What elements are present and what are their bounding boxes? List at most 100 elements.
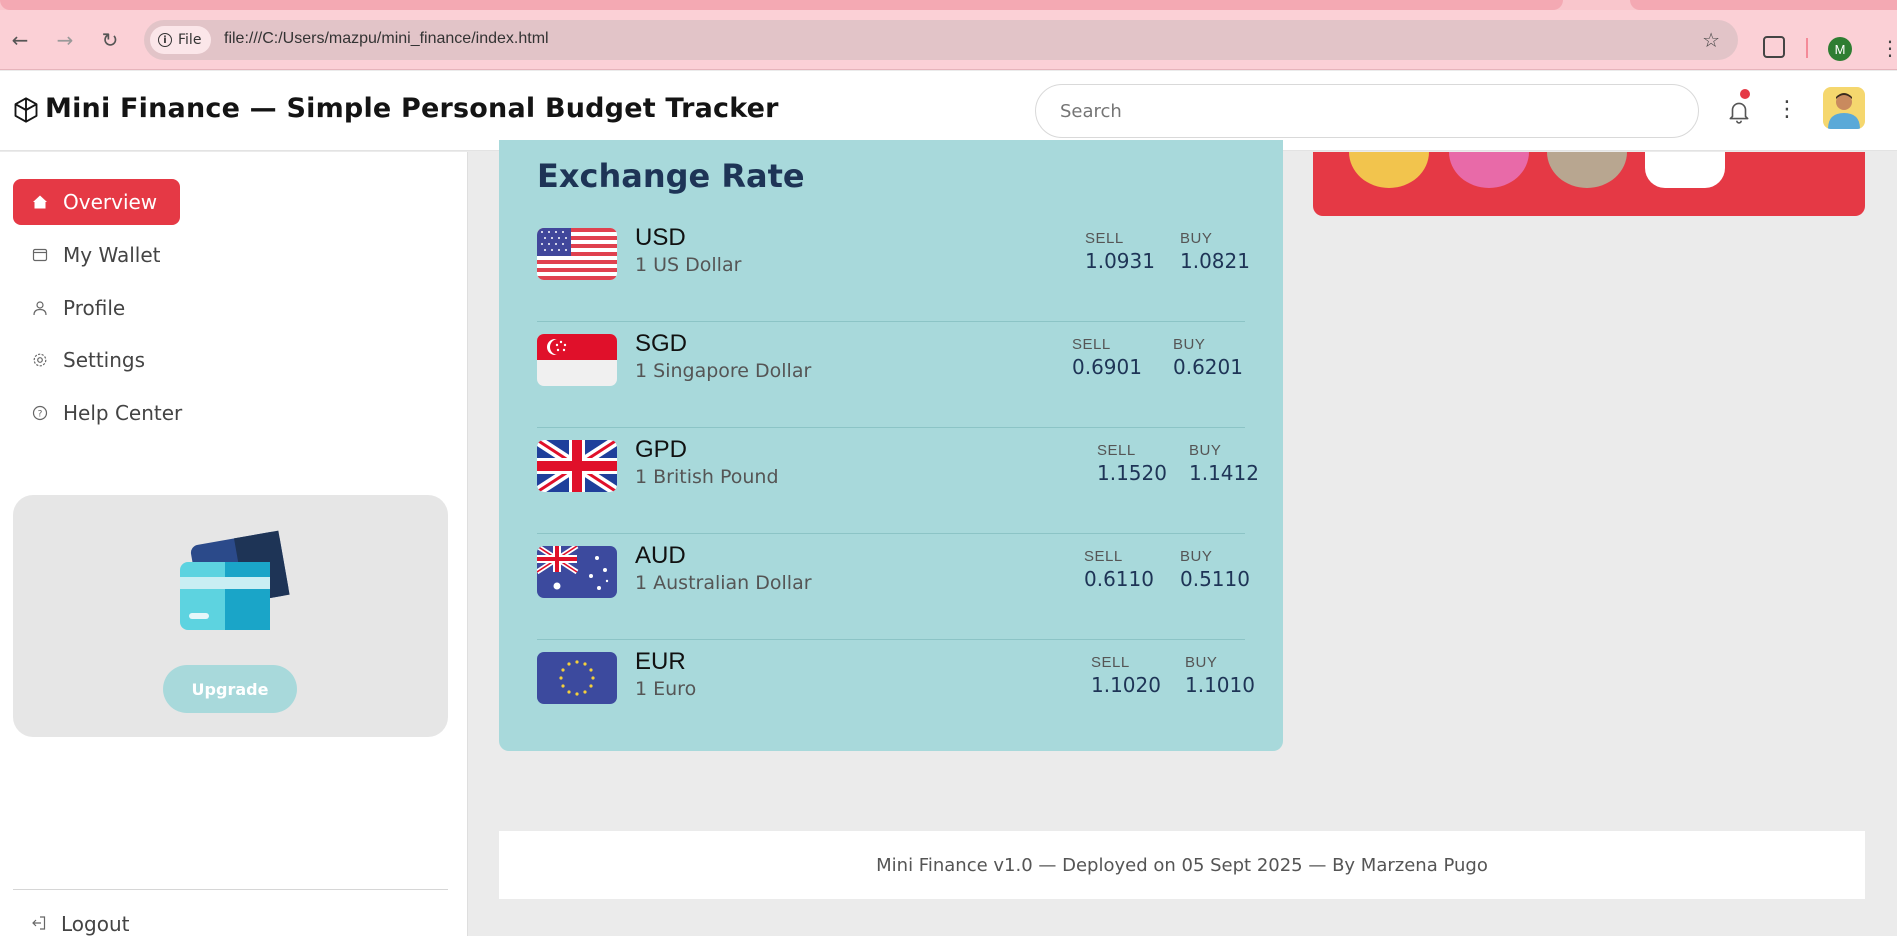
- sidebar-divider: [13, 889, 448, 890]
- sell-label: SELL: [1084, 548, 1123, 565]
- back-icon[interactable]: ←: [6, 26, 34, 54]
- sell-value: 1.1520: [1097, 461, 1167, 485]
- logout-button[interactable]: Logout: [31, 912, 129, 936]
- buy-label: BUY: [1180, 548, 1213, 565]
- reload-icon[interactable]: ↻: [96, 26, 124, 54]
- sidebar-item-profile[interactable]: Profile: [13, 285, 125, 331]
- exchange-row-gpd: GPD 1 British Pound SELL 1.1520 BUY 1.14…: [537, 428, 1259, 534]
- currency-code: USD: [635, 224, 686, 251]
- buy-rate: BUY 1.0821: [1180, 230, 1250, 273]
- sidebar-item-label: My Wallet: [63, 243, 161, 267]
- bell-icon[interactable]: [1726, 97, 1752, 125]
- buy-label: BUY: [1173, 336, 1206, 353]
- currency-code: EUR: [635, 648, 686, 675]
- eu-flag-icon: [537, 652, 617, 704]
- exchange-row-usd: USD 1 US Dollar SELL 1.0931 BUY 1.0821: [537, 216, 1250, 322]
- sell-rate: SELL 1.0931: [1085, 230, 1155, 273]
- exchange-rate-title: Exchange Rate: [537, 157, 805, 195]
- forward-icon[interactable]: →: [51, 26, 79, 54]
- help-icon: ?: [31, 404, 49, 422]
- address-bar[interactable]: i File file:///C:/Users/mazpu/mini_finan…: [144, 20, 1738, 60]
- exchange-row-sgd: SGD 1 Singapore Dollar SELL 0.6901 BUY 0…: [537, 322, 1245, 428]
- sell-rate: SELL 1.1520: [1097, 442, 1167, 485]
- cube-logo-icon: [14, 97, 38, 123]
- sg-flag-icon: [537, 334, 617, 386]
- sell-value: 0.6110: [1084, 567, 1154, 591]
- sidebar-item-label: Settings: [63, 348, 146, 372]
- currency-name: 1 British Pound: [635, 466, 779, 488]
- browser-menu-icon[interactable]: ⋮: [1880, 36, 1897, 60]
- avatar[interactable]: [1823, 87, 1865, 129]
- browser-toolbar: ← → ↻ i File file:///C:/Users/mazpu/mini…: [0, 10, 1897, 70]
- sell-value: 1.1020: [1091, 673, 1161, 697]
- extensions-icon[interactable]: [1763, 36, 1785, 58]
- user-icon: [31, 299, 49, 317]
- sidebar-item-label: Help Center: [63, 401, 183, 425]
- exchange-row-aud: AUD 1 Australian Dollar SELL 0.6110 BUY …: [537, 534, 1250, 640]
- wallet-icon: [31, 246, 49, 264]
- currency-name: 1 Australian Dollar: [635, 572, 812, 594]
- more-options-icon[interactable]: ⋮: [1776, 97, 1798, 122]
- buy-label: BUY: [1180, 230, 1213, 247]
- credit-cards-icon: [180, 530, 290, 630]
- buy-rate: BUY 1.1010: [1185, 654, 1255, 697]
- exchange-row-eur: EUR 1 Euro SELL 1.1020 BUY 1.1010: [537, 640, 1255, 746]
- buy-value: 1.0821: [1180, 249, 1250, 273]
- info-icon: i: [158, 33, 172, 47]
- footer: Mini Finance v1.0 — Deployed on 05 Sept …: [499, 831, 1865, 899]
- sidebar-item-settings[interactable]: Settings: [13, 337, 145, 383]
- search-input[interactable]: [1035, 84, 1699, 138]
- sell-rate: SELL 0.6901: [1072, 336, 1142, 379]
- upgrade-card: Upgrade: [13, 495, 448, 737]
- browser-tab-active[interactable]: [0, 0, 1563, 10]
- buy-rate: BUY 0.5110: [1180, 548, 1250, 591]
- buy-value: 0.5110: [1180, 567, 1250, 591]
- uk-flag-icon: [537, 440, 617, 492]
- app-header: Mini Finance — Simple Personal Budget Tr…: [0, 71, 1897, 151]
- browser-tab-other[interactable]: [1630, 0, 1897, 10]
- sidebar-item-help-center[interactable]: ? Help Center: [13, 390, 182, 436]
- sidebar-item-label: Profile: [63, 296, 126, 320]
- page-title: Mini Finance — Simple Personal Budget Tr…: [45, 93, 779, 124]
- site-info-chip[interactable]: i File: [150, 26, 212, 54]
- sell-rate: SELL 0.6110: [1084, 548, 1154, 591]
- currency-name: 1 Singapore Dollar: [635, 360, 812, 382]
- sell-value: 0.6901: [1072, 355, 1142, 379]
- footer-text: Mini Finance v1.0 — Deployed on 05 Sept …: [876, 854, 1488, 876]
- contact-avatar[interactable]: [1449, 152, 1529, 188]
- sidebar-item-label: Overview: [63, 190, 158, 214]
- buy-rate: BUY 0.6201: [1173, 336, 1243, 379]
- home-icon: [31, 193, 49, 211]
- browser-tabstrip: [0, 0, 1897, 10]
- logout-label: Logout: [61, 912, 130, 936]
- sell-label: SELL: [1091, 654, 1130, 671]
- add-contact-button[interactable]: [1645, 152, 1725, 188]
- buy-value: 1.1412: [1189, 461, 1259, 485]
- currency-name: 1 Euro: [635, 678, 697, 700]
- contact-avatar[interactable]: [1547, 152, 1627, 188]
- sell-label: SELL: [1085, 230, 1124, 247]
- currency-name: 1 US Dollar: [635, 254, 742, 276]
- logout-icon: [31, 912, 47, 936]
- upgrade-button[interactable]: Upgrade: [163, 665, 297, 713]
- exchange-rate-card: Exchange Rate USD 1 US Dollar SELL 1.093…: [499, 140, 1283, 751]
- toolbar-separator: [1806, 38, 1808, 58]
- star-icon[interactable]: ☆: [1702, 28, 1720, 52]
- buy-value: 1.1010: [1185, 673, 1255, 697]
- notification-dot: [1740, 89, 1750, 99]
- currency-code: AUD: [635, 542, 686, 569]
- url-text[interactable]: file:///C:/Users/mazpu/mini_finance/inde…: [224, 30, 549, 48]
- us-flag-icon: [537, 228, 617, 280]
- gear-icon: [31, 351, 49, 369]
- sell-label: SELL: [1072, 336, 1111, 353]
- au-flag-icon: [537, 546, 617, 598]
- sidebar: Overview My Wallet Profile Settings ? He…: [0, 152, 468, 936]
- sell-rate: SELL 1.1020: [1091, 654, 1161, 697]
- browser-profile-avatar[interactable]: M: [1828, 37, 1852, 61]
- sidebar-item-my-wallet[interactable]: My Wallet: [13, 232, 160, 278]
- site-chip-label: File: [178, 32, 202, 48]
- sidebar-item-overview[interactable]: Overview: [13, 179, 180, 225]
- sell-value: 1.0931: [1085, 249, 1155, 273]
- buy-value: 0.6201: [1173, 355, 1243, 379]
- contact-avatar[interactable]: [1349, 152, 1429, 188]
